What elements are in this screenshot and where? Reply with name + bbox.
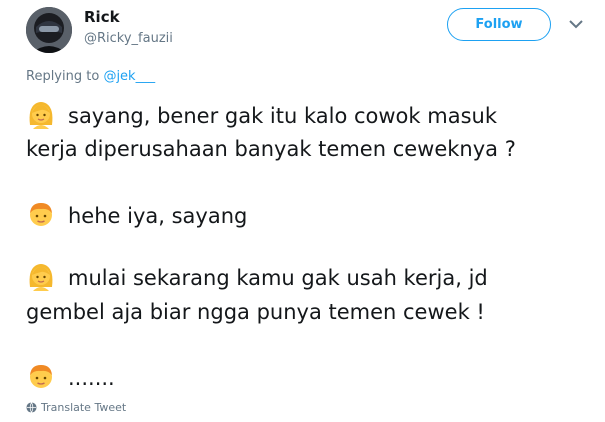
woman-emoji-icon — [29, 264, 53, 291]
replying-to-label: Replying to — [26, 69, 100, 84]
translate-tweet-link[interactable]: Translate Tweet — [26, 401, 126, 414]
translate-tweet-label: Translate Tweet — [41, 401, 127, 414]
tweet-line: ....... — [26, 361, 115, 394]
user-name[interactable]: Rick — [84, 8, 120, 26]
boy-emoji-icon — [30, 203, 52, 226]
chevron-down-icon[interactable] — [567, 17, 585, 31]
tweet-line: kerja diperusahaan banyak temen ceweknya… — [26, 133, 516, 165]
tweet-line: hehe iya, sayang — [26, 199, 247, 232]
helmet-avatar-icon — [26, 7, 72, 53]
tweet-line-text: sayang, bener gak itu kalo cowok masuk — [68, 104, 497, 128]
boy-emoji-icon — [30, 365, 52, 388]
tweet-line-text: mulai sekarang kamu gak usah kerja, jd — [68, 266, 488, 290]
tweet-line-text: ....... — [68, 366, 115, 390]
user-handle[interactable]: @Ricky_fauzii — [84, 31, 173, 46]
tweet-line: mulai sekarang kamu gak usah kerja, jd — [26, 261, 488, 294]
tweet-line: sayang, bener gak itu kalo cowok masuk — [26, 99, 497, 132]
tweet-line-text: gembel aja biar ngga punya temen cewek ! — [26, 300, 485, 324]
replying-to: Replying to @jek___ — [26, 69, 155, 84]
globe-icon — [26, 402, 37, 413]
reply-mention-link[interactable]: @jek___ — [103, 69, 155, 84]
tweet-line: gembel aja biar ngga punya temen cewek ! — [26, 296, 485, 328]
tweet-line-text: kerja diperusahaan banyak temen ceweknya… — [26, 137, 516, 161]
follow-button[interactable]: Follow — [447, 8, 551, 41]
avatar[interactable] — [26, 7, 72, 53]
tweet-line-text: hehe iya, sayang — [68, 204, 248, 228]
woman-emoji-icon — [29, 102, 53, 129]
